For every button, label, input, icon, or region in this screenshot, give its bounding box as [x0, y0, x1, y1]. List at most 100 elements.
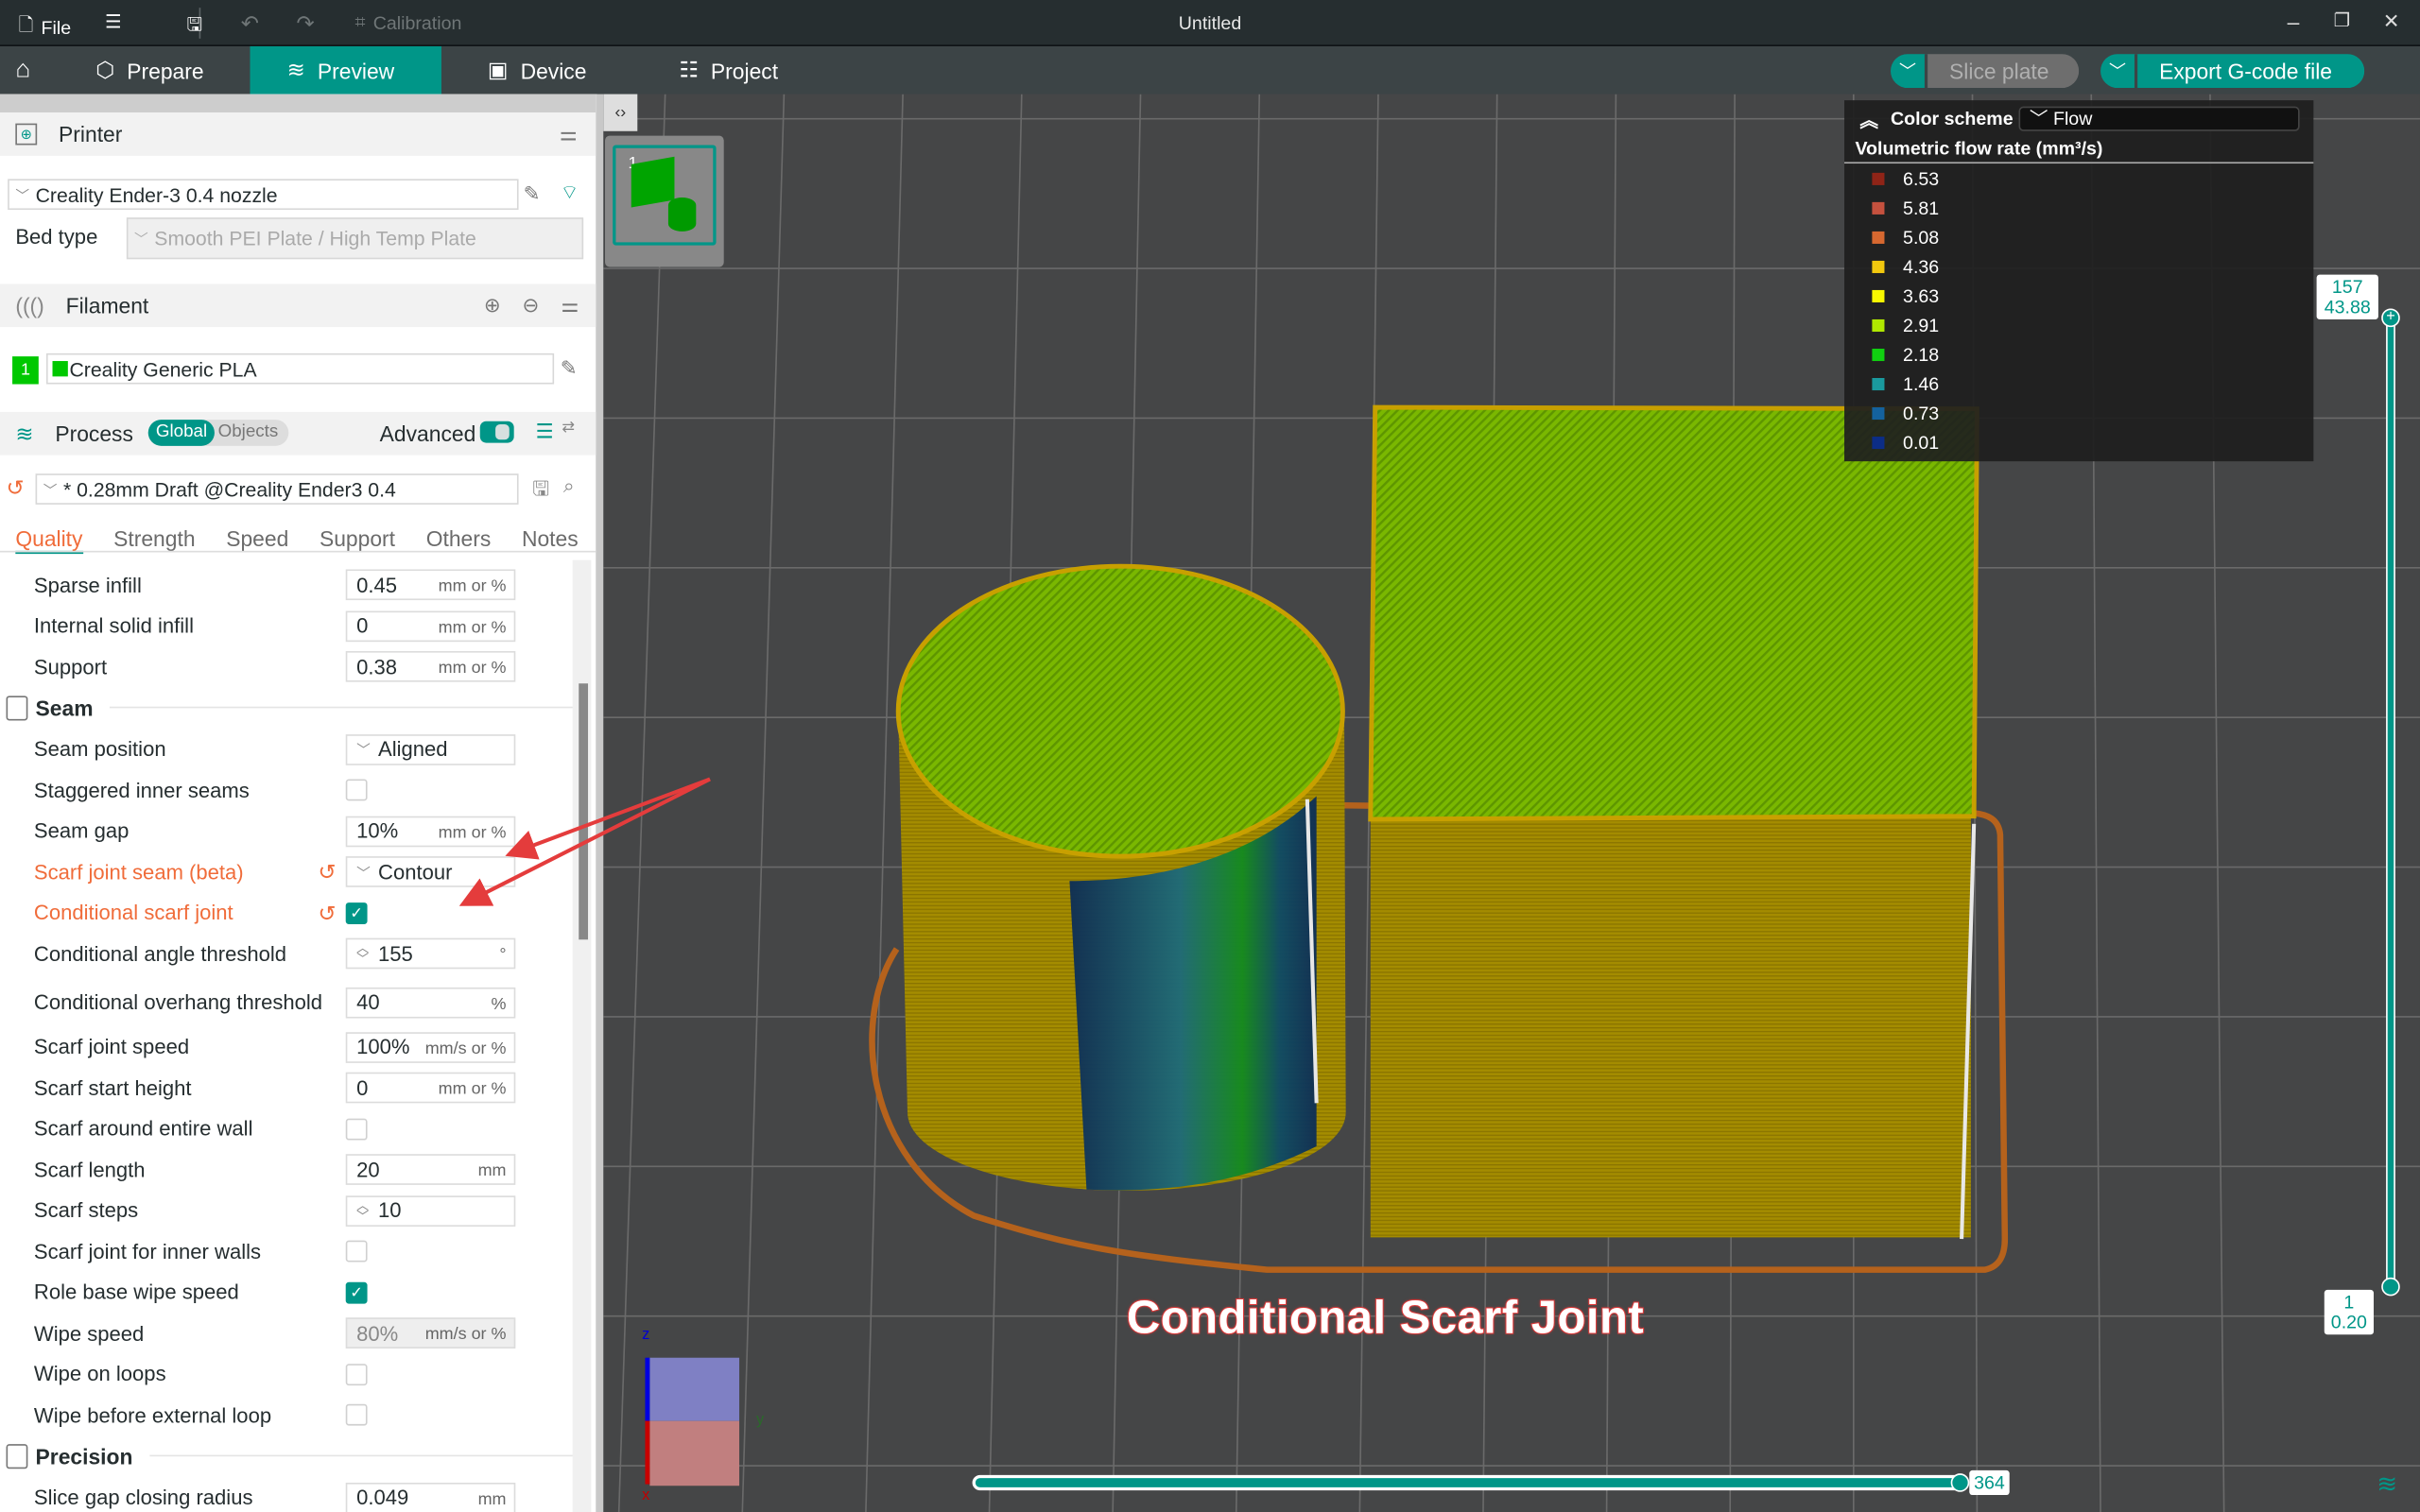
layer-slider-track[interactable] [2386, 318, 2395, 1287]
global-objects-toggle[interactable]: Global Objects [147, 420, 289, 446]
legend-value: 2.91 [1903, 314, 1940, 336]
tab-device[interactable]: ▣ Device [466, 46, 636, 94]
compare-presets-icon[interactable]: ⇄ [562, 420, 575, 437]
toggle-global[interactable]: Global [147, 420, 216, 446]
layers-menu-icon[interactable]: ≋ [2377, 1469, 2397, 1500]
legend-items: 6.53 5.81 5.08 4.36 3.63 2.91 2.18 1.46 0.73 0.01 [1844, 163, 2313, 456]
search-icon[interactable]: ⌕ [563, 473, 575, 498]
setting-row: Sparse infill 0.45 mm or % [34, 566, 520, 603]
settings-scrollbar-thumb[interactable] [579, 683, 589, 940]
add-filament-icon[interactable]: ⊕ [484, 293, 501, 318]
cylinder-thumb-icon [667, 197, 697, 232]
setting-checkbox[interactable] [345, 1363, 368, 1385]
setting-input[interactable]: 40% [345, 987, 516, 1018]
plate-thumbnail[interactable]: 1 [613, 145, 717, 246]
legend-item: 2.91 [1844, 310, 2313, 339]
filament-preset-select[interactable]: Creality Generic PLA [45, 352, 555, 385]
printer-preset-select[interactable]: ﹀ Creality Ender-3 0.4 nozzle [8, 179, 519, 211]
grid-line [865, 94, 904, 1512]
app-window: 🗋 File ☰ 🖫 ↶ ↷ ⌗ Calibration Untitled – … [0, 0, 2420, 1512]
printer-icon: ⊕ [15, 123, 38, 146]
printer-device-icon: ▣ [487, 57, 509, 82]
process-tabs: Quality Strength Speed Support Others No… [15, 526, 596, 555]
edit-printer-icon[interactable]: ✎ [523, 182, 540, 207]
filament-slot-badge[interactable]: 1 [12, 356, 39, 385]
setting-checkbox[interactable] [345, 1117, 368, 1140]
setting-input[interactable]: 10% mm or % [345, 815, 516, 847]
setting-checkbox[interactable] [345, 1403, 368, 1426]
process-preset-select[interactable]: ﹀ * 0.28mm Draft @Creality Ender3 0.4 [35, 473, 519, 505]
move-slider-handle[interactable] [1950, 1473, 1970, 1492]
setting-input[interactable]: 100% mm/s or % [345, 1031, 516, 1063]
slice-plate-button[interactable]: ﹀ Slice plate [1890, 54, 2080, 89]
tab-prepare[interactable]: ⬡ Prepare [74, 46, 250, 94]
setting-input[interactable]: 0.45 mm or % [345, 569, 516, 601]
tab-quality[interactable]: Quality [15, 526, 83, 555]
title-bar: 🗋 File ☰ 🖫 ↶ ↷ ⌗ Calibration Untitled – … [0, 0, 2420, 46]
setting-label: Support [33, 655, 108, 679]
setting-checkbox[interactable]: ✓ [345, 902, 368, 924]
collapse-sidebar-button[interactable]: ‹› [603, 94, 638, 131]
setting-input[interactable]: ︿ ﹀ 10 [345, 1194, 516, 1227]
spin-arrows-icon[interactable]: ︿ ﹀ [356, 942, 369, 965]
color-scheme-select[interactable]: ﹀ Flow [2018, 106, 2300, 131]
advanced-switch[interactable] [479, 421, 514, 443]
bed-type-select[interactable]: ﹀ Smooth PEI Plate / High Temp Plate [126, 217, 584, 260]
tab-support[interactable]: Support [320, 526, 395, 554]
edit-filament-icon[interactable]: ✎ [561, 356, 578, 381]
setting-input[interactable]: 0.049 mm [345, 1482, 516, 1512]
close-button[interactable]: ✕ [2383, 9, 2400, 34]
home-button[interactable]: ⌂ [0, 46, 30, 94]
tab-strength[interactable]: Strength [113, 526, 195, 554]
layer-slider-top-handle[interactable]: + [2381, 308, 2400, 328]
collapse-legend-icon[interactable]: ︽ [1859, 106, 1878, 132]
export-gcode-button[interactable]: ﹀ Export G-code file [2100, 54, 2365, 89]
export-dropdown-chevron-icon[interactable]: ﹀ [2100, 54, 2138, 89]
setting-label: Scarf length [33, 1158, 146, 1181]
tab-preview[interactable]: ≋ Preview [250, 45, 441, 94]
setting-row: Conditional overhang threshold 40% [34, 976, 520, 1029]
precision-group: Precision [6, 1440, 578, 1471]
filament-settings-icon[interactable]: ⚌ [561, 293, 579, 318]
layer-slider-bottom-handle[interactable] [2381, 1277, 2400, 1297]
setting-select[interactable]: ﹀ Contour [345, 856, 516, 887]
setting-input[interactable]: 0 mm or % [345, 610, 516, 642]
setting-input[interactable]: 80% mm/s or % [345, 1317, 516, 1349]
y-axis-label: y [755, 1411, 765, 1429]
reset-process-icon[interactable]: ↺ [7, 475, 25, 502]
toggle-objects[interactable]: Objects [215, 420, 279, 446]
tab-project[interactable]: ☷ Project [658, 46, 828, 94]
top-layer-height: 43.88 [2324, 296, 2371, 318]
setting-checkbox[interactable] [345, 779, 368, 801]
param-list-icon[interactable]: ☰ [536, 420, 554, 444]
setting-unit: mm or % [438, 1079, 507, 1099]
save-preset-icon[interactable]: 🖫 [532, 475, 549, 509]
maximize-button[interactable]: ❐ [2334, 9, 2351, 31]
setting-label: Internal solid infill [33, 613, 194, 638]
tab-notes[interactable]: Notes [522, 526, 579, 554]
plate-thumbnail-panel[interactable]: 1 [604, 135, 724, 267]
setting-input[interactable]: 0.38 mm or % [345, 650, 516, 682]
setting-input[interactable]: ︿ ﹀ 155 ° [345, 937, 516, 970]
setting-label: Conditional angle threshold [33, 941, 287, 966]
slice-dropdown-chevron-icon[interactable]: ﹀ [1890, 54, 1928, 89]
minimize-button[interactable]: – [2288, 9, 2300, 34]
spin-arrows-icon[interactable]: ︿ ﹀ [356, 1199, 369, 1222]
legend-swatch [1872, 201, 1885, 215]
setting-select[interactable]: ﹀ Aligned [345, 733, 516, 765]
x-axis-label: x [642, 1486, 650, 1504]
reset-setting-icon[interactable]: ↺ [318, 901, 336, 927]
setting-input[interactable]: 20 mm [345, 1154, 516, 1185]
reset-setting-icon[interactable]: ↺ [318, 859, 336, 885]
setting-row: Conditional angle threshold ︿ ﹀ 155 ° [34, 935, 520, 971]
tab-speed[interactable]: Speed [226, 526, 288, 554]
setting-checkbox[interactable]: ✓ [345, 1280, 368, 1303]
printer-settings-icon[interactable]: ⚌ [560, 122, 578, 146]
setting-input[interactable]: 0 mm or % [345, 1072, 516, 1104]
move-slider-track[interactable] [972, 1474, 1963, 1491]
setting-checkbox[interactable] [345, 1240, 368, 1263]
legend-title: Color scheme [1891, 108, 2014, 130]
tab-others[interactable]: Others [426, 526, 492, 554]
wifi-icon[interactable]: ⌔ [561, 180, 579, 205]
remove-filament-icon[interactable]: ⊖ [523, 293, 540, 318]
